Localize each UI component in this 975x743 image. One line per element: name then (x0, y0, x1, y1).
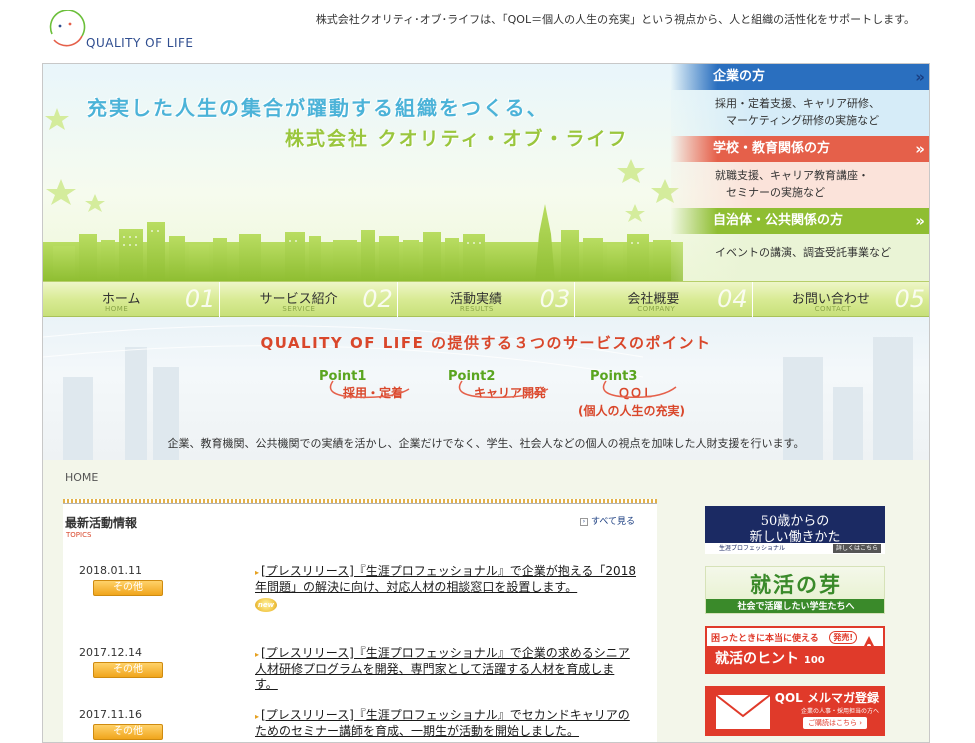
news-link[interactable]: ▸ [プレスリリース]『生涯プロフェッショナル』でセカンドキャリアのためのセミナー… (255, 708, 637, 739)
logo-link[interactable]: QUALITY OF LIFE (44, 9, 204, 54)
nav-item-home[interactable]: ホーム HOME 01 (43, 282, 221, 317)
point-2[interactable]: Point2 キャリア開発 (448, 369, 549, 401)
double-chevron-right-icon: » (915, 68, 925, 86)
triangle-bullet-icon: ▸ (255, 650, 260, 659)
point-1[interactable]: Point1 採用・定着 (319, 369, 410, 401)
nav-item-contact[interactable]: お問い合わせ CONTACT 05 (753, 282, 929, 317)
breadcrumb[interactable]: HOME (65, 471, 98, 484)
double-chevron-right-icon: » (915, 212, 925, 230)
list-item: 2018.01.11 その他 ▸ [プレスリリース]『生涯プロフェッショナル』で企… (63, 564, 657, 624)
category-badge[interactable]: その他 (93, 662, 163, 678)
audience-corporate-desc: 採用・定着支援、キャリア研修、 マーケティング研修の実施など (715, 97, 880, 127)
audience-education-title[interactable]: 学校・教育関係の方 » (671, 136, 929, 162)
hero-company-name: 株式会社 クオリティ・オブ・ライフ (285, 128, 629, 150)
audience-government[interactable]: 自治体・公共関係の方 » イベントの講演、調査受託事業など (671, 208, 929, 281)
ad-banner-50s-work[interactable]: 50歳からの 新しい働きかた 生涯プロフェッショナル 詳しくはこちら (705, 506, 885, 554)
audience-corporate-title[interactable]: 企業の方 » (671, 64, 929, 90)
news-link[interactable]: ▸ [プレスリリース]『生涯プロフェッショナル』で企業が抱える「2018年問題」の… (255, 564, 637, 595)
service-points-title: QUALITY OF LIFE の提供する３つのサービスのポイント (260, 334, 712, 352)
swoosh-icon (602, 380, 677, 399)
audience-education[interactable]: 学校・教育関係の方 » 就職支援、キャリア教育講座・ セミナーの実施など (671, 136, 929, 208)
content-area: HOME 最新活動情報 TOPICS › すべて見る 2018.01.11 その他… (43, 460, 929, 742)
nav-item-company[interactable]: 会社概要 COMPANY 04 (575, 282, 753, 317)
main-frame: 充実した人生の集合が躍動する組織をつくる、 株式会社 クオリティ・オブ・ライフ … (42, 63, 930, 743)
ad-banner-shukatsu-no-me[interactable]: 就活の芽 社会で活躍したい学生たちへ (705, 566, 885, 614)
audience-government-desc: イベントの講演、調査受託事業など (715, 246, 891, 259)
topics-section: 最新活動情報 TOPICS › すべて見る 2018.01.11 その他 ▸ [プレ… (63, 499, 657, 742)
hero-banner: 充実した人生の集合が躍動する組織をつくる、 株式会社 クオリティ・オブ・ライフ … (43, 64, 929, 281)
audience-corporate[interactable]: 企業の方 » 採用・定着支援、キャリア研修、 マーケティング研修の実施など (671, 64, 929, 136)
envelope-icon (715, 694, 771, 729)
global-nav: ホーム HOME 01 サービス紹介 SERVICE 02 活動実績 RESUL… (43, 281, 929, 317)
chevron-right-icon: › (579, 517, 588, 526)
topics-divider (63, 499, 657, 503)
hero-headline: 充実した人生の集合が躍動する組織をつくる、 (87, 96, 549, 120)
new-badge-icon: new (255, 598, 277, 612)
list-item: 2017.12.14 その他 ▸ [プレスリリース]『生涯プロフェッショナル』で企… (63, 646, 657, 706)
swoosh-icon (458, 380, 549, 399)
point-3-subtext: (個人の人生の充実) (578, 404, 685, 418)
site-header: QUALITY OF LIFE 株式会社クオリティ･オブ･ライフは、「QOL＝個… (0, 0, 975, 60)
ad-banner-newsletter[interactable]: QOL メルマガ登録 企業の人事・採用担当の方へ ご購読はこちら › (705, 686, 885, 736)
see-all-link[interactable]: › すべて見る (579, 514, 635, 527)
point-3[interactable]: Point3 ＱＯＬ (個人の人生の充実) (578, 369, 685, 419)
news-date: 2017.12.14 (79, 646, 142, 659)
service-description: 企業、教育機関、公共機関での実績を活かし、企業だけでなく、学生、社会人などの個人… (167, 437, 805, 450)
topics-subtitle: TOPICS (66, 531, 92, 539)
triangle-bullet-icon: ▸ (255, 568, 260, 577)
topics-title: 最新活動情報 (65, 516, 138, 530)
list-item: 2017.11.16 その他 ▸ [プレスリリース]『生涯プロフェッショナル』でセ… (63, 708, 657, 742)
audience-government-title[interactable]: 自治体・公共関係の方 » (671, 208, 929, 234)
logo-circle-icon (49, 9, 86, 47)
news-date: 2018.01.11 (79, 564, 142, 577)
triangle-bullet-icon: ▸ (255, 712, 260, 721)
service-points-banner: QUALITY OF LIFE の提供する３つのサービスのポイント Point1… (43, 317, 929, 460)
nav-item-results[interactable]: 活動実績 RESULTS 03 (398, 282, 576, 317)
ad-banner-shukatsu-hint[interactable]: 困ったときに本当に使える 発売! 就活のヒント 100 (705, 626, 885, 674)
swoosh-icon (329, 380, 410, 399)
category-badge[interactable]: その他 (93, 580, 163, 596)
audience-panel: 企業の方 » 採用・定着支援、キャリア研修、 マーケティング研修の実施など 学校… (671, 64, 929, 281)
logo-text: QUALITY OF LIFE (86, 36, 194, 50)
site-tagline: 株式会社クオリティ･オブ･ライフは、「QOL＝個人の人生の充実」という視点から、… (315, 13, 915, 26)
category-badge[interactable]: その他 (93, 724, 163, 740)
nav-item-service[interactable]: サービス紹介 SERVICE 02 (220, 282, 398, 317)
news-link[interactable]: ▸ [プレスリリース]『生涯プロフェッショナル』で企業の求めるシニア人材研修プログ… (255, 646, 637, 692)
news-date: 2017.11.16 (79, 708, 142, 721)
audience-education-desc: 就職支援、キャリア教育講座・ セミナーの実施など (715, 169, 869, 199)
double-chevron-right-icon: » (915, 140, 925, 158)
